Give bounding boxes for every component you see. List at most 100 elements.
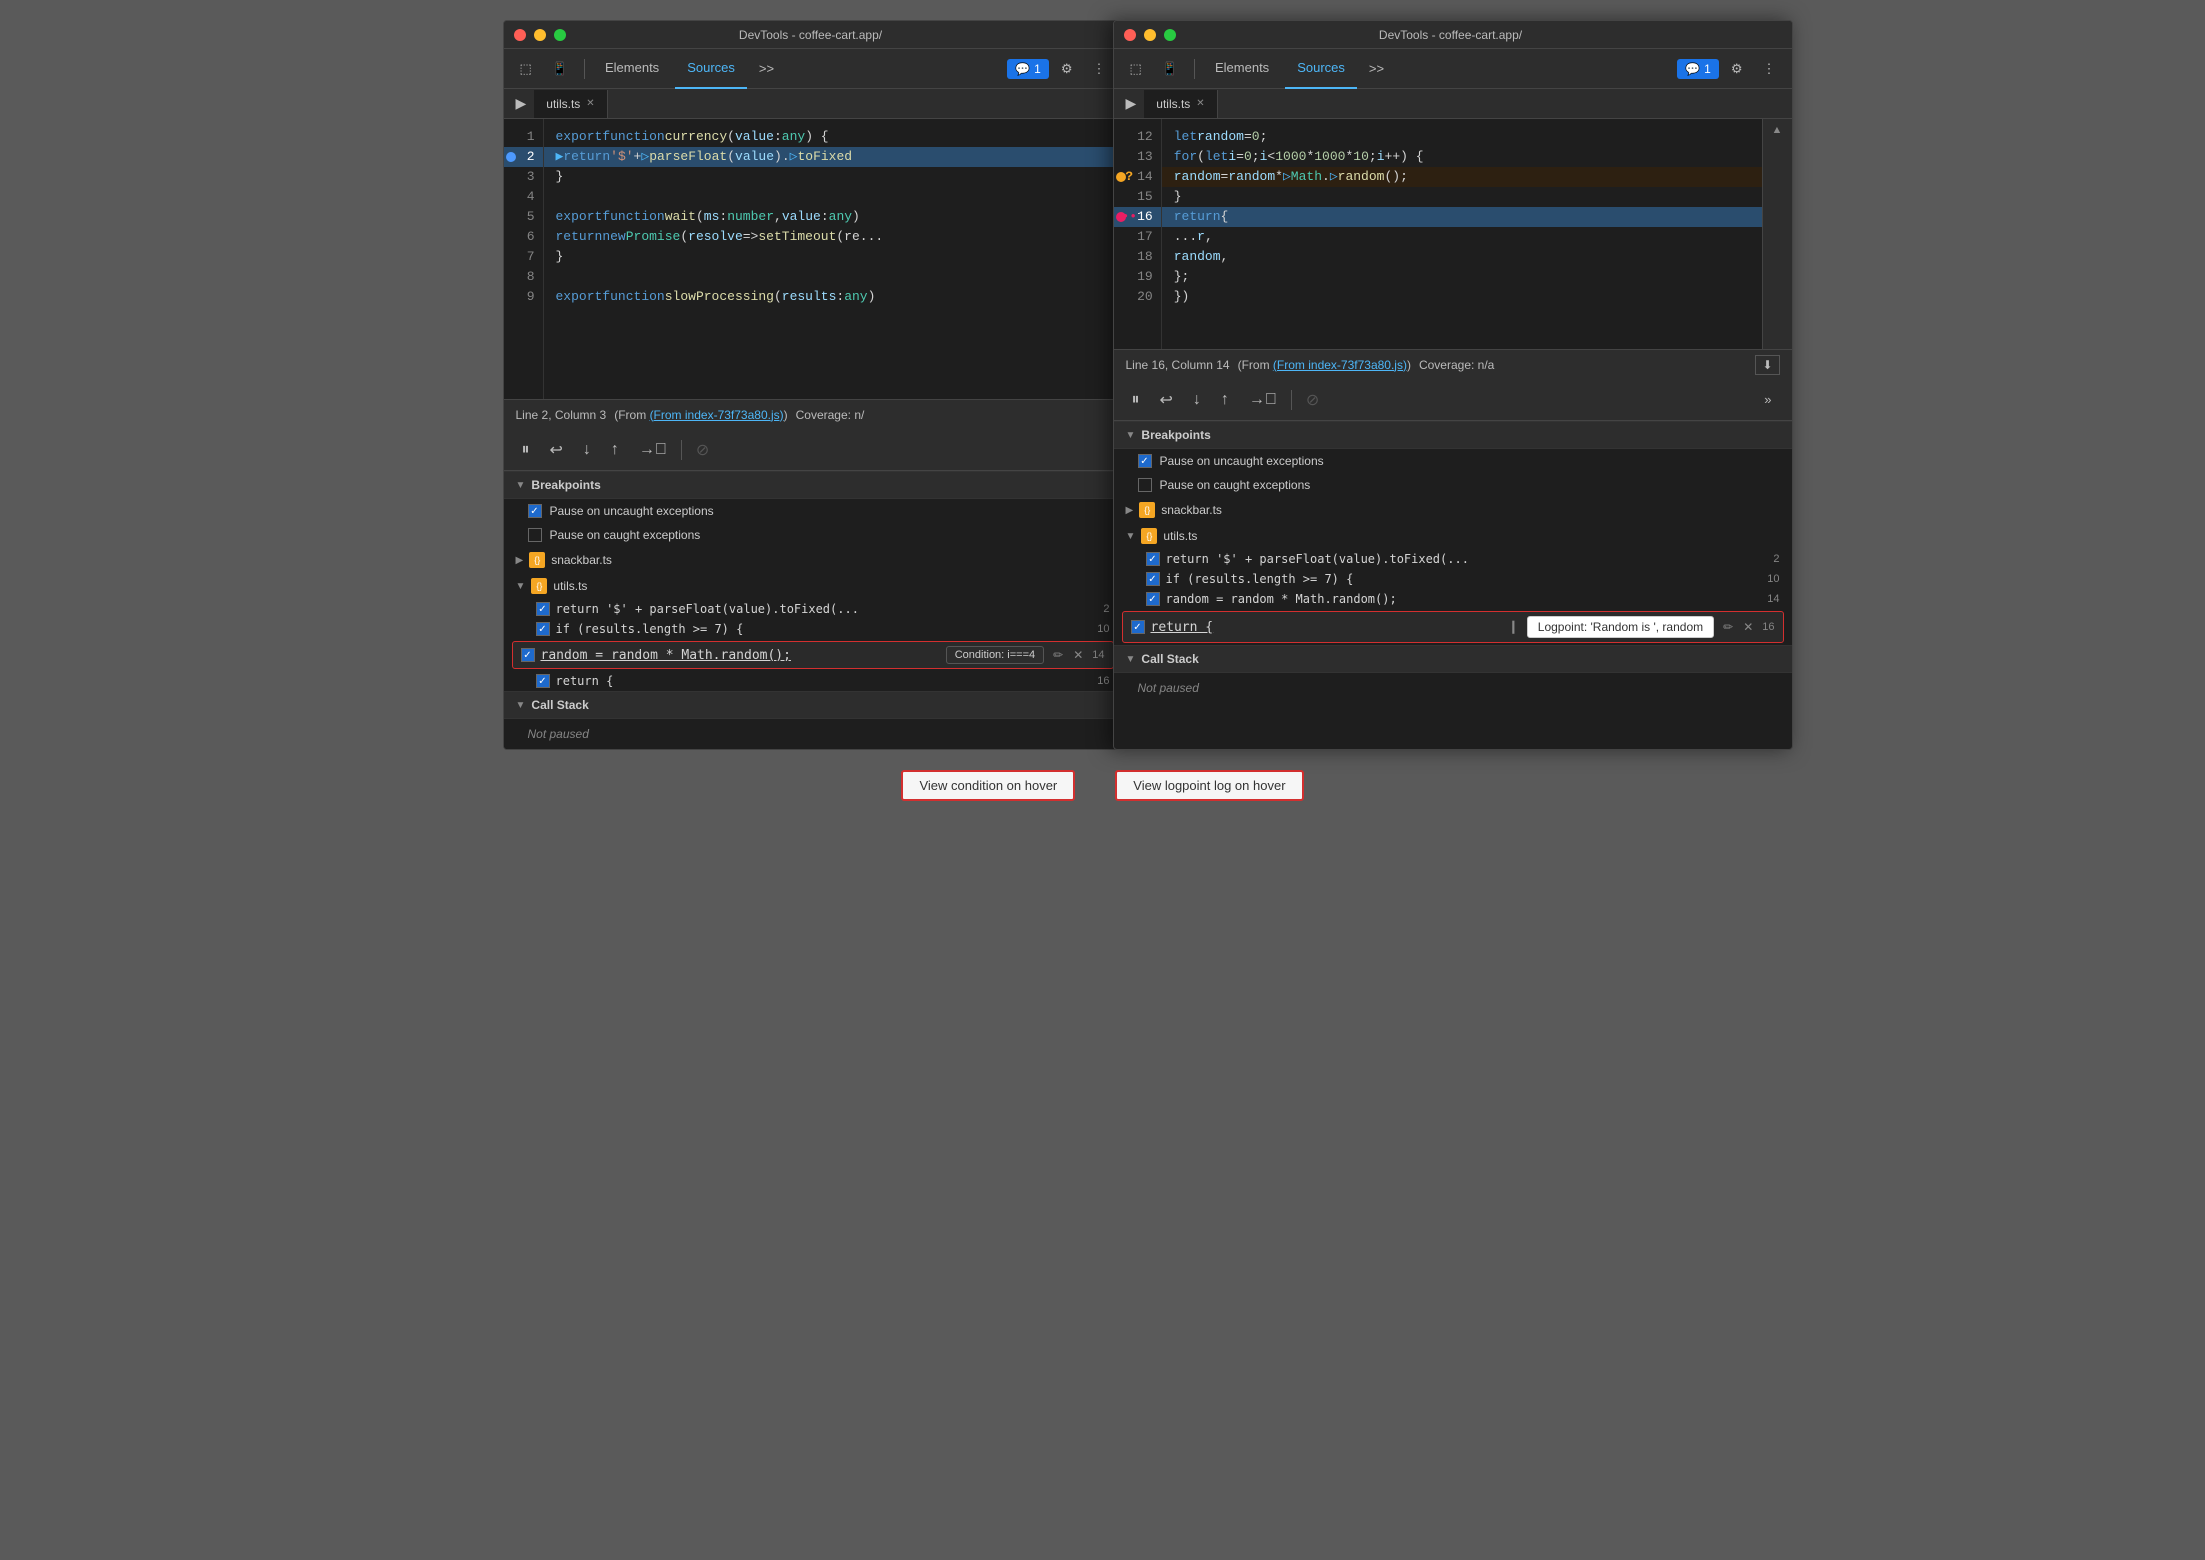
snackbar-icon-right: {} — [1139, 502, 1155, 518]
minimize-button-left[interactable] — [534, 29, 546, 41]
file-close-left[interactable]: ✕ — [586, 98, 594, 109]
chat-button-right[interactable]: 💬 1 — [1677, 59, 1719, 79]
ln-3: 3 — [504, 167, 543, 187]
status-link-right[interactable]: (From index-73f73a80.js) — [1273, 358, 1407, 372]
bp-code-3-left: return { — [556, 674, 1092, 688]
continue-btn-left[interactable]: →⃒ — [633, 437, 673, 463]
snackbar-file-header-left[interactable]: ▶ {} snackbar.ts — [504, 547, 1122, 573]
bp-item-right-2: ✓ random = random * Math.random(); 14 — [1114, 589, 1792, 609]
snackbar-file-header-right[interactable]: ▶ {} snackbar.ts — [1114, 497, 1792, 523]
step-into-btn-right[interactable]: ↓ — [1187, 387, 1207, 413]
tab-more-right[interactable]: >> — [1361, 57, 1392, 80]
rcode-14: random = random * ▷Math.▷random(); — [1162, 167, 1762, 187]
deactivate-btn-right[interactable]: ⊘ — [1300, 386, 1325, 414]
sidebar-toggle-right[interactable]: ▶ — [1118, 91, 1145, 116]
inspect-icon-right[interactable]: ⬚ — [1122, 57, 1150, 81]
maximize-button-right[interactable] — [1164, 29, 1176, 41]
sidebar-toggle-left[interactable]: ▶ — [508, 91, 535, 116]
delete-bp-btn-right[interactable]: ✕ — [1740, 619, 1756, 635]
settings-icon-left[interactable]: ⚙ — [1053, 57, 1081, 81]
console-drawer-toggle[interactable]: ⬇ — [1755, 355, 1779, 375]
triangle-icon-right: ▼ — [1126, 430, 1136, 441]
breakpoints-header-left[interactable]: ▼ Breakpoints — [504, 472, 1122, 499]
file-tab-utils-right[interactable]: utils.ts ✕ — [1144, 90, 1217, 118]
code-line-7: } — [544, 247, 1122, 267]
close-button-right[interactable] — [1124, 29, 1136, 41]
rcode-19: }; — [1162, 267, 1762, 287]
tab-more-left[interactable]: >> — [751, 57, 782, 80]
device-icon-right[interactable]: 📱 — [1154, 57, 1186, 81]
pause-caught-row-left: Pause on caught exceptions — [504, 523, 1122, 547]
tab-elements-left[interactable]: Elements — [593, 49, 671, 89]
more-debug-right[interactable]: » — [1756, 388, 1779, 411]
step-into-btn-left[interactable]: ↓ — [577, 437, 597, 463]
close-button-left[interactable] — [514, 29, 526, 41]
more-icon-right[interactable]: ⋮ — [1755, 57, 1784, 81]
pause-resume-btn-left[interactable]: ⏸ — [516, 437, 536, 463]
code-line-9: export function slowProcessing(results: … — [544, 287, 1122, 307]
step-out-btn-left[interactable]: ↑ — [605, 437, 625, 463]
breakpoints-header-right[interactable]: ▼ Breakpoints — [1114, 422, 1792, 449]
pause-caught-cb-left[interactable] — [528, 528, 542, 542]
snackbar-filename-left: snackbar.ts — [551, 553, 612, 567]
pause-uncaught-cb-left[interactable]: ✓ — [528, 504, 542, 518]
window-controls-right — [1124, 29, 1176, 41]
status-position-right: Line 16, Column 14 — [1126, 358, 1230, 372]
bp-line-r2: 14 — [1767, 593, 1779, 605]
rln-18: 18 — [1114, 247, 1161, 267]
utils-file-header-left[interactable]: ▼ {} utils.ts — [504, 573, 1122, 599]
bp-item-right-1: ✓ if (results.length >= 7) { 10 — [1114, 569, 1792, 589]
debug-toolbar-right: ⏸ ↩ ↓ ↑ →⃒ ⊘ » — [1114, 379, 1792, 421]
callstack-triangle-left: ▼ — [516, 700, 526, 711]
minimize-button-right[interactable] — [1144, 29, 1156, 41]
bp-cb-r2[interactable]: ✓ — [1146, 592, 1160, 606]
bp-cb-2-left[interactable]: ✓ — [521, 648, 535, 662]
device-icon[interactable]: 📱 — [544, 57, 576, 81]
utils-icon-right: {} — [1141, 528, 1157, 544]
tab-sources-right[interactable]: Sources — [1285, 49, 1357, 89]
edit-bp-btn-left[interactable]: ✏ — [1050, 647, 1066, 663]
file-tab-utils-left[interactable]: utils.ts ✕ — [534, 90, 607, 118]
deactivate-btn-left[interactable]: ⊘ — [690, 436, 715, 464]
tab-sources-left[interactable]: Sources — [675, 49, 747, 89]
file-close-right[interactable]: ✕ — [1196, 98, 1204, 109]
bp-cb-r3[interactable]: ✓ — [1131, 620, 1145, 634]
toolbar-sep-1 — [584, 59, 585, 79]
not-paused-left: Not paused — [504, 719, 1122, 749]
settings-icon-right[interactable]: ⚙ — [1723, 57, 1751, 81]
pause-uncaught-cb-right[interactable]: ✓ — [1138, 454, 1152, 468]
inspect-icon[interactable]: ⬚ — [512, 57, 540, 81]
devtools-window-left: DevTools - coffee-cart.app/ ⬚ 📱 Elements… — [503, 20, 1123, 750]
pause-caught-cb-right[interactable] — [1138, 478, 1152, 492]
check-icon-left: ✓ — [530, 506, 538, 517]
rln-17: 17 — [1114, 227, 1161, 247]
debug-sep-right — [1291, 390, 1292, 410]
step-out-btn-right[interactable]: ↑ — [1215, 387, 1235, 413]
ln-5: 5 — [504, 207, 543, 227]
bp-cb-3-left[interactable]: ✓ — [536, 674, 550, 688]
not-paused-right: Not paused — [1114, 673, 1792, 703]
bp-cb-r1[interactable]: ✓ — [1146, 572, 1160, 586]
pause-caught-row-right: Pause on caught exceptions — [1114, 473, 1792, 497]
continue-btn-right[interactable]: →⃒ — [1243, 387, 1283, 413]
tab-elements-right[interactable]: Elements — [1203, 49, 1281, 89]
step-over-btn-right[interactable]: ↩ — [1154, 386, 1179, 414]
window-title-left: DevTools - coffee-cart.app/ — [566, 28, 1056, 42]
bp-cb-1-left[interactable]: ✓ — [536, 622, 550, 636]
maximize-button-left[interactable] — [554, 29, 566, 41]
edit-bp-btn-right[interactable]: ✏ — [1720, 619, 1736, 635]
callstack-header-left[interactable]: ▼ Call Stack — [504, 691, 1122, 719]
callstack-header-right[interactable]: ▼ Call Stack — [1114, 645, 1792, 673]
delete-bp-btn-left[interactable]: ✕ — [1070, 647, 1086, 663]
pause-resume-btn-right[interactable]: ⏸ — [1126, 387, 1146, 413]
bp-cb-0-left[interactable]: ✓ — [536, 602, 550, 616]
more-icon-left[interactable]: ⋮ — [1085, 57, 1114, 81]
code-line-3: } — [544, 167, 1122, 187]
status-link-left[interactable]: (From index-73f73a80.js) — [650, 408, 784, 422]
step-over-btn-left[interactable]: ↩ — [544, 436, 569, 464]
code-content-right: 12 13 ? 14 15 ••16 17 18 — [1114, 119, 1792, 349]
utils-file-header-right[interactable]: ▼ {} utils.ts — [1114, 523, 1792, 549]
bp-cb-r0[interactable]: ✓ — [1146, 552, 1160, 566]
debug-sep-left — [681, 440, 682, 460]
chat-button-left[interactable]: 💬 1 — [1007, 59, 1049, 79]
